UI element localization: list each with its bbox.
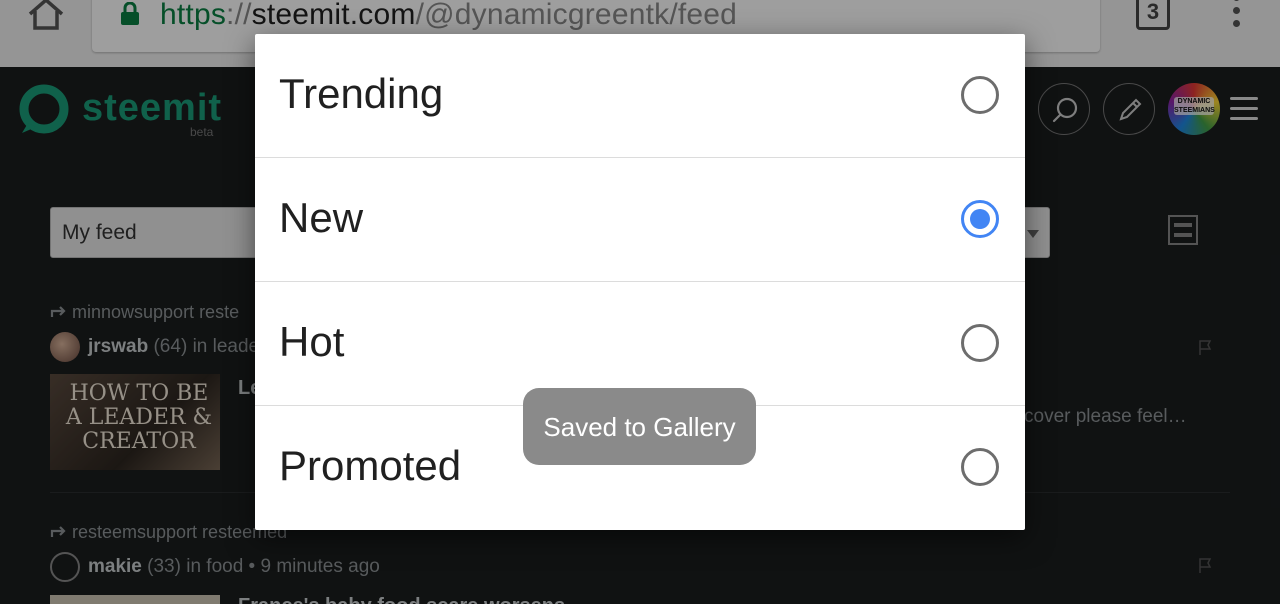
radio-button[interactable] [961, 448, 999, 486]
option-label: New [279, 194, 364, 241]
option-new[interactable]: New [255, 158, 1025, 282]
option-label: Trending [279, 70, 444, 117]
radio-button-selected[interactable] [961, 200, 999, 238]
option-label: Hot [279, 318, 345, 365]
radio-button[interactable] [961, 324, 999, 362]
toast-notification: Saved to Gallery [523, 388, 756, 465]
option-label: Promoted [279, 442, 462, 489]
radio-button[interactable] [961, 76, 999, 114]
toast-text: Saved to Gallery [543, 412, 736, 442]
option-trending[interactable]: Trending [255, 34, 1025, 158]
